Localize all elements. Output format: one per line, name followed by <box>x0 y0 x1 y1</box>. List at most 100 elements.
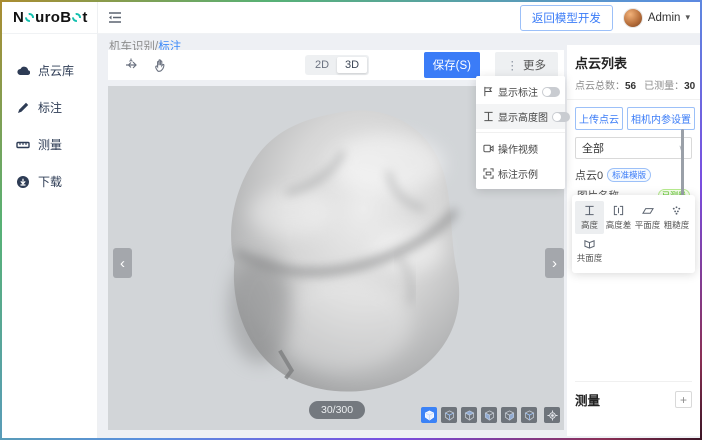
flag-icon <box>483 86 494 97</box>
more-dropdown-menu: 显示标注 显示高度图 操作视频 标注示例 <box>476 76 565 189</box>
user-menu[interactable]: Admin ▾ <box>623 8 690 28</box>
sidebar-item-label: 标注 <box>38 99 62 116</box>
gear-icon <box>72 13 81 22</box>
show-heightmap-toggle[interactable] <box>552 112 570 122</box>
menu-item-label: 显示标注 <box>498 84 538 99</box>
divider <box>567 99 700 100</box>
measured-value: 30 <box>684 81 695 92</box>
pan-move-icon[interactable] <box>123 57 139 73</box>
sidebar: NuroBt 点云库 标注 测量 下载 <box>2 2 98 438</box>
mode-2d-button[interactable]: 2D <box>307 57 337 73</box>
logo-text: N <box>13 9 24 26</box>
avatar <box>623 8 643 28</box>
mode-3d-button[interactable]: 3D <box>337 57 367 73</box>
sidebar-item-label: 下载 <box>38 173 62 190</box>
pointcloud-stats: 点云总数：56 已测量：30 <box>575 77 692 92</box>
pencil-icon <box>16 101 30 115</box>
tool-height[interactable]: 高度 <box>575 201 604 234</box>
tool-height-diff[interactable]: 高度差 <box>604 201 633 234</box>
frame-counter: 30/300 <box>309 401 365 419</box>
gear-icon <box>25 13 34 22</box>
menu-item-label: 显示高度图 <box>498 109 548 124</box>
sidebar-item-pointcloud-library[interactable]: 点云库 <box>2 52 97 89</box>
upload-pointcloud-button[interactable]: 上传点云 <box>575 107 623 130</box>
panel-title: 点云列表 <box>575 53 692 72</box>
header-right: 返回模型开发 Admin ▾ <box>520 5 690 31</box>
video-icon <box>483 143 494 154</box>
ruler-icon <box>16 138 30 152</box>
reset-view-button[interactable] <box>544 407 560 423</box>
sidebar-item-measure[interactable]: 测量 <box>2 126 97 163</box>
column-height-icon <box>483 111 494 122</box>
tool-flatness[interactable]: 平面度 <box>633 201 662 234</box>
view-top-button[interactable] <box>521 407 537 423</box>
frame-example-icon <box>483 168 494 179</box>
tooth-3d-model[interactable] <box>193 102 493 398</box>
sidebar-collapse-icon[interactable] <box>108 11 122 24</box>
filter-value: 全部 <box>582 140 604 156</box>
sidebar-item-download[interactable]: 下载 <box>2 163 97 200</box>
tool-coplanarity[interactable]: 共面度 <box>575 234 604 267</box>
panel-buttons: 上传点云 相机内参设置 <box>575 107 692 130</box>
coplanarity-icon <box>584 238 595 249</box>
tool-label: 高度差 <box>606 219 632 231</box>
tool-label: 平面度 <box>635 219 661 231</box>
prev-image-button[interactable]: ‹ <box>113 248 132 278</box>
total-value: 56 <box>625 81 636 92</box>
tool-roughness[interactable]: 粗糙度 <box>662 201 691 234</box>
sidebar-item-annotate[interactable]: 标注 <box>2 89 97 126</box>
flatness-icon <box>642 205 654 216</box>
more-button[interactable]: ⋮ 更多 <box>495 52 559 78</box>
pointcloud-panel: 点云列表 点云总数：56 已测量：30 上传点云 相机内参设置 全部 ∨ 点云0… <box>567 45 700 436</box>
template-tag: 标准模版 <box>607 168 651 182</box>
menu-item-show-heightmap[interactable]: 显示高度图 <box>476 104 565 129</box>
view-back-button[interactable] <box>461 407 477 423</box>
tool-label: 高度 <box>581 219 598 231</box>
tool-label: 共面度 <box>577 252 603 264</box>
top-header: 返回模型开发 Admin ▾ <box>98 2 700 34</box>
menu-item-annotation-example[interactable]: 标注示例 <box>476 161 565 186</box>
caret-down-icon: ▾ <box>685 12 690 23</box>
pointcloud-item[interactable]: 点云0 标准模版 <box>575 167 692 183</box>
view-mode-toggle: 2D 3D <box>305 55 369 75</box>
username: Admin <box>648 12 681 24</box>
back-to-model-dev-button[interactable]: 返回模型开发 <box>520 5 613 31</box>
save-button[interactable]: 保存(S) <box>424 52 480 78</box>
height-diff-icon <box>613 205 624 216</box>
measure-tool-popup: 高度 高度差 平面度 粗糙度 共面度 <box>572 195 695 273</box>
filter-select[interactable]: 全部 ∨ <box>575 137 692 159</box>
sidebar-item-label: 测量 <box>38 136 62 153</box>
app-root: NuroBt 点云库 标注 测量 下载 返回模型开发 <box>2 2 700 438</box>
view-right-button[interactable] <box>501 407 517 423</box>
height-icon <box>584 205 595 216</box>
tool-label: 粗糙度 <box>664 219 690 231</box>
next-image-button[interactable]: › <box>545 248 564 278</box>
logo-text: t <box>82 9 87 26</box>
measure-tool-grid: 高度 高度差 平面度 粗糙度 共面度 <box>575 201 692 267</box>
chevron-left-icon: ‹ <box>120 255 125 272</box>
total-label: 点云总数： <box>575 81 625 92</box>
measure-section-header: 测量 + <box>575 381 692 409</box>
roughness-icon <box>671 205 682 216</box>
more-label: 更多 <box>523 57 546 73</box>
view-orientation-bar <box>421 407 560 423</box>
hand-drag-icon[interactable] <box>153 58 168 73</box>
camera-params-button[interactable]: 相机内参设置 <box>627 107 695 130</box>
add-measure-button[interactable]: + <box>675 391 692 408</box>
view-left-button[interactable] <box>481 407 497 423</box>
list-scrollbar[interactable] <box>681 129 684 201</box>
logo-text: uro <box>35 9 60 26</box>
chevron-right-icon: › <box>552 255 557 272</box>
menu-item-label: 操作视频 <box>498 141 538 156</box>
sidebar-nav: 点云库 标注 测量 下载 <box>2 34 97 200</box>
more-dots-icon: ⋮ <box>507 58 519 72</box>
show-annotations-toggle[interactable] <box>542 87 560 97</box>
menu-item-tutorial-video[interactable]: 操作视频 <box>476 136 565 161</box>
sidebar-item-label: 点云库 <box>38 62 74 79</box>
download-icon <box>16 175 30 189</box>
measured-label: 已测量： <box>644 81 684 92</box>
menu-item-show-annotations[interactable]: 显示标注 <box>476 79 565 104</box>
menu-divider <box>476 132 565 133</box>
view-iso-button[interactable] <box>421 407 437 423</box>
view-front-button[interactable] <box>441 407 457 423</box>
